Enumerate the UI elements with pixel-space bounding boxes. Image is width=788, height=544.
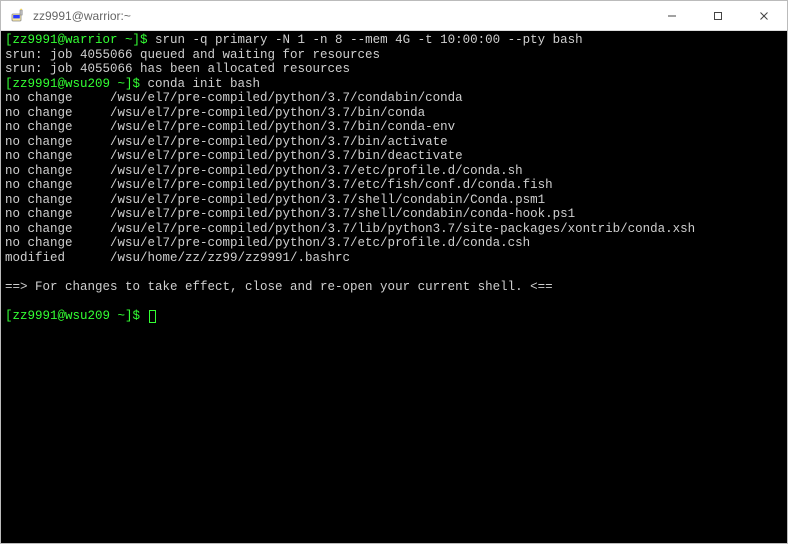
- output-line: no change /wsu/el7/pre-compiled/python/3…: [5, 236, 530, 250]
- prompt-line: [zz9991@wsu209 ~]$: [5, 309, 148, 323]
- output-line: ==> For changes to take effect, close an…: [5, 280, 553, 294]
- minimize-button[interactable]: [649, 1, 695, 31]
- maximize-button[interactable]: [695, 1, 741, 31]
- output-line: no change /wsu/el7/pre-compiled/python/3…: [5, 207, 575, 221]
- command-text: conda init bash: [148, 77, 261, 91]
- output-line: no change /wsu/el7/pre-compiled/python/3…: [5, 120, 455, 134]
- close-button[interactable]: [741, 1, 787, 31]
- output-line: no change /wsu/el7/pre-compiled/python/3…: [5, 91, 463, 105]
- app-window: zz9991@warrior:~ [zz9991@warrior ~]$ sru…: [0, 0, 788, 544]
- output-line: srun: job 4055066 has been allocated res…: [5, 62, 350, 76]
- output-line: no change /wsu/el7/pre-compiled/python/3…: [5, 193, 545, 207]
- output-line: srun: job 4055066 queued and waiting for…: [5, 48, 380, 62]
- prompt-line: [zz9991@wsu209 ~]$: [5, 77, 148, 91]
- cursor: [149, 310, 156, 323]
- titlebar[interactable]: zz9991@warrior:~: [1, 1, 787, 31]
- prompt-line: [zz9991@warrior ~]$: [5, 33, 155, 47]
- output-line: no change /wsu/el7/pre-compiled/python/3…: [5, 178, 553, 192]
- output-line: no change /wsu/el7/pre-compiled/python/3…: [5, 135, 448, 149]
- putty-icon: [9, 7, 27, 25]
- output-line: no change /wsu/el7/pre-compiled/python/3…: [5, 149, 463, 163]
- output-line: no change /wsu/el7/pre-compiled/python/3…: [5, 222, 695, 236]
- output-line: no change /wsu/el7/pre-compiled/python/3…: [5, 164, 523, 178]
- window-title: zz9991@warrior:~: [33, 9, 131, 23]
- output-line: modified /wsu/home/zz/zz99/zz9991/.bashr…: [5, 251, 350, 265]
- command-text: srun -q primary -N 1 -n 8 --mem 4G -t 10…: [155, 33, 583, 47]
- terminal-area[interactable]: [zz9991@warrior ~]$ srun -q primary -N 1…: [1, 31, 787, 543]
- output-line: no change /wsu/el7/pre-compiled/python/3…: [5, 106, 425, 120]
